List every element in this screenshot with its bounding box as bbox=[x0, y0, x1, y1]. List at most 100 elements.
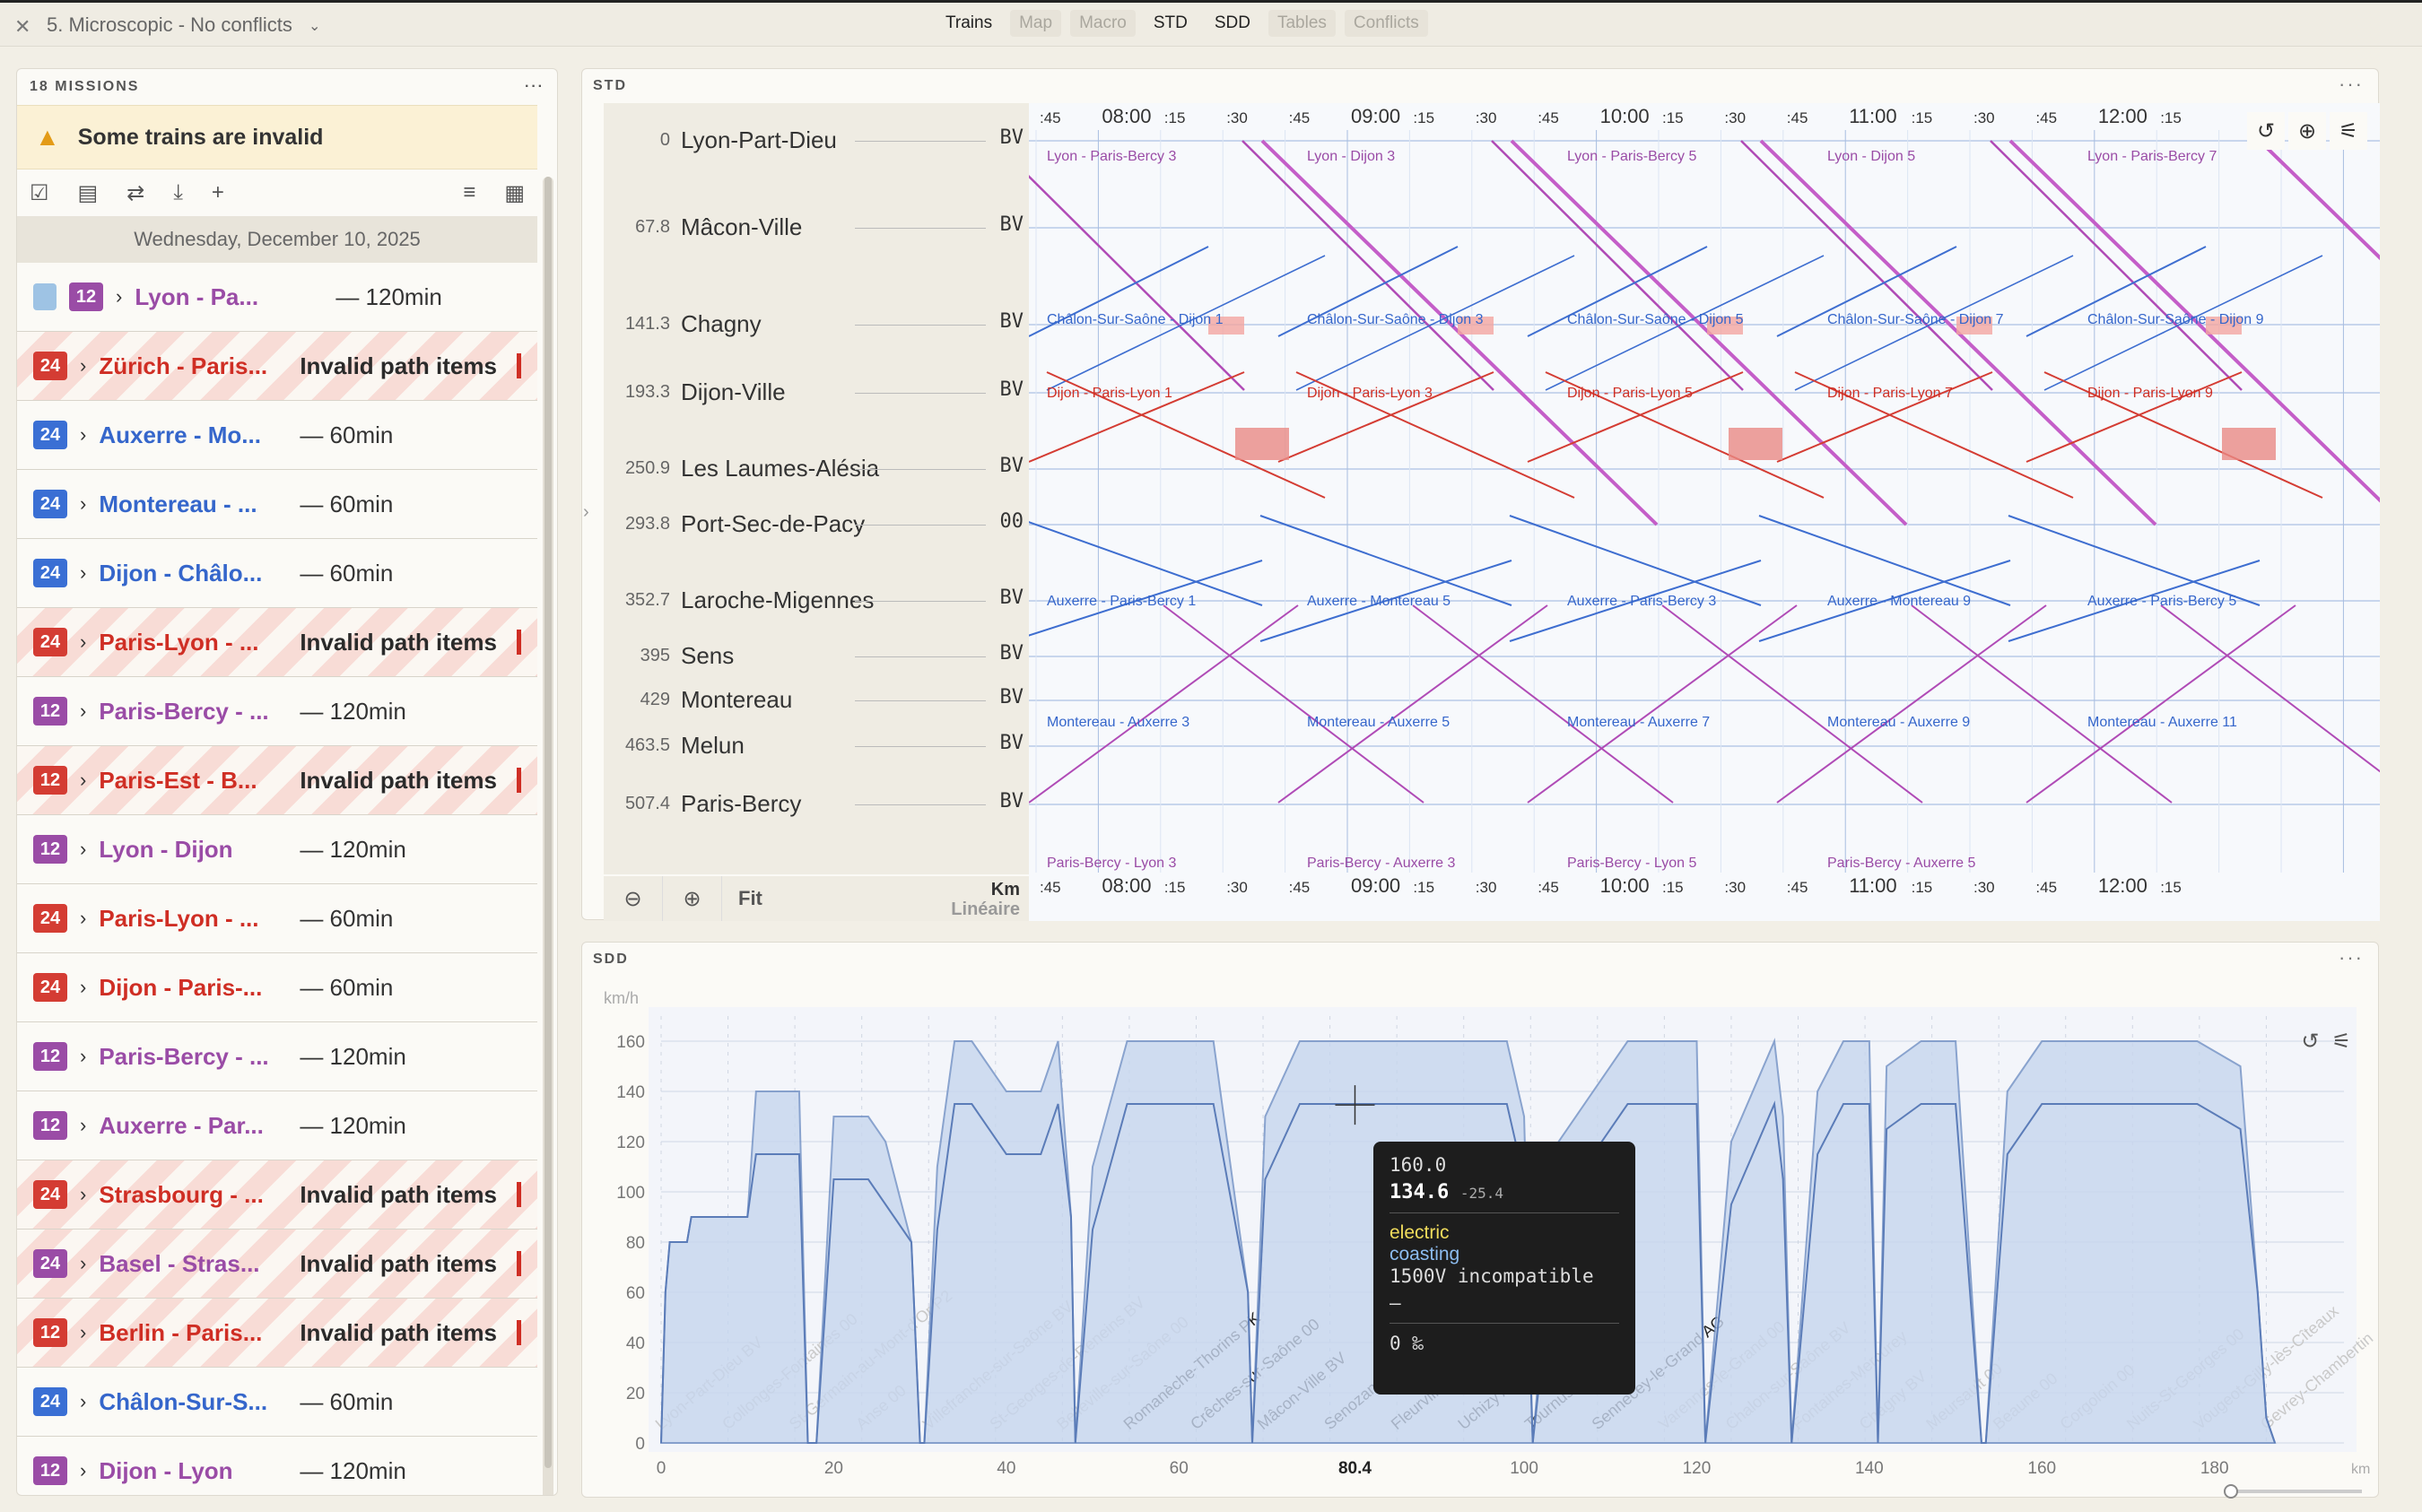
close-icon[interactable]: ✕ bbox=[14, 15, 30, 39]
zoom-in-icon[interactable]: ⊕ bbox=[663, 876, 722, 921]
station-row[interactable]: 352.7 Laroche-Migennes BV bbox=[604, 587, 1029, 613]
edit-icon[interactable]: ▤ bbox=[78, 180, 99, 206]
train-label[interactable]: Montereau - Auxerre 11 bbox=[2087, 715, 2237, 730]
train-label[interactable]: Paris-Bercy - Lyon 5 bbox=[1567, 856, 1696, 871]
train-label[interactable]: Auxerre - Paris-Bercy 3 bbox=[1567, 594, 1716, 609]
station-row[interactable]: 429 Montereau BV bbox=[604, 686, 1029, 713]
train-label[interactable]: Dijon - Paris-Lyon 5 bbox=[1567, 386, 1693, 401]
train-label[interactable]: Dijon - Paris-Lyon 7 bbox=[1827, 386, 1953, 401]
train-label[interactable]: Dijon - Paris-Lyon 9 bbox=[2087, 386, 2213, 401]
train-label[interactable]: Paris-Bercy - Lyon 3 bbox=[1047, 856, 1176, 871]
chevron-right-icon[interactable]: › bbox=[80, 561, 86, 585]
chevron-right-icon[interactable]: › bbox=[583, 502, 589, 523]
train-row[interactable]: 24 › Strasbourg - ... Invalid path items bbox=[17, 1160, 537, 1230]
train-row[interactable]: 12 › Paris-Est - B... Invalid path items bbox=[17, 746, 537, 815]
reset-icon[interactable]: ↺ bbox=[2247, 112, 2285, 150]
train-label[interactable]: Dijon - Paris-Lyon 3 bbox=[1307, 386, 1433, 401]
filter-icon[interactable]: ≡ bbox=[463, 180, 475, 205]
zoom-icon[interactable]: ⊕ bbox=[2288, 112, 2326, 150]
add-icon[interactable]: + bbox=[212, 180, 224, 205]
station-row[interactable]: 395 Sens BV bbox=[604, 642, 1029, 669]
download-icon[interactable]: ⤓ bbox=[173, 180, 183, 205]
train-label[interactable]: Lyon - Paris-Bercy 5 bbox=[1567, 149, 1696, 164]
zoom-slider-handle[interactable] bbox=[2224, 1484, 2238, 1499]
fit-button[interactable]: Fit bbox=[722, 887, 779, 910]
station-row[interactable]: 141.3 Chagny BV bbox=[604, 310, 1029, 337]
calendar-icon[interactable]: ▦ bbox=[504, 180, 525, 206]
reset-icon[interactable]: ↺ bbox=[2301, 1029, 2319, 1055]
station-row[interactable]: 0 Lyon-Part-Dieu BV bbox=[604, 126, 1029, 153]
select-all-icon[interactable]: ☑ bbox=[30, 180, 49, 206]
train-label[interactable]: Montereau - Auxerre 7 bbox=[1567, 715, 1710, 730]
chevron-right-icon[interactable]: › bbox=[80, 976, 86, 999]
train-row[interactable]: 12 › Paris-Bercy - ... — 120min bbox=[17, 1022, 537, 1091]
station-row[interactable]: 293.8 Port-Sec-de-Pacy 00 bbox=[604, 510, 1029, 537]
train-label[interactable]: Paris-Bercy - Auxerre 3 bbox=[1307, 856, 1455, 871]
station-row[interactable]: 507.4 Paris-Bercy BV bbox=[604, 790, 1029, 817]
chevron-right-icon[interactable]: › bbox=[80, 1252, 86, 1275]
train-row[interactable]: 12 › Dijon - Lyon — 120min bbox=[17, 1437, 537, 1495]
train-row[interactable]: 24 › Auxerre - Mo... — 60min bbox=[17, 401, 537, 470]
train-label[interactable]: Dijon - Paris-Lyon 1 bbox=[1047, 386, 1172, 401]
train-label[interactable]: Lyon - Dijon 3 bbox=[1307, 149, 1395, 164]
station-row[interactable]: 67.8 Mâcon-Ville BV bbox=[604, 213, 1029, 240]
chevron-right-icon[interactable]: › bbox=[80, 1183, 86, 1206]
train-label[interactable]: Paris-Bercy - Auxerre 5 bbox=[1827, 856, 1975, 871]
more-icon[interactable]: ··· bbox=[525, 79, 545, 95]
tab-std[interactable]: STD bbox=[1145, 10, 1197, 37]
train-label[interactable]: Montereau - Auxerre 3 bbox=[1047, 715, 1189, 730]
chevron-right-icon[interactable]: › bbox=[80, 492, 86, 516]
train-row[interactable]: 24 › Zürich - Paris... Invalid path items bbox=[17, 332, 537, 401]
train-label[interactable]: Auxerre - Montereau 5 bbox=[1307, 594, 1451, 609]
train-row[interactable]: 12 › Lyon - Dijon — 120min bbox=[17, 815, 537, 884]
train-row[interactable]: 24 › Paris-Lyon - ... — 60min bbox=[17, 884, 537, 953]
chevron-right-icon[interactable]: › bbox=[80, 1390, 86, 1413]
train-label[interactable]: Lyon - Paris-Bercy 7 bbox=[2087, 149, 2217, 164]
chevron-right-icon[interactable]: › bbox=[80, 838, 86, 861]
zoom-out-icon[interactable]: ⊖ bbox=[604, 876, 663, 921]
train-row[interactable]: 12 › Berlin - Paris... Invalid path items bbox=[17, 1299, 537, 1368]
tab-map[interactable]: Map bbox=[1010, 10, 1062, 37]
train-label[interactable]: Châlon-Sur-Saône - Dijon 5 bbox=[1567, 312, 1744, 327]
station-row[interactable]: 193.3 Dijon-Ville BV bbox=[604, 378, 1029, 405]
train-label[interactable]: Auxerre - Paris-Bercy 5 bbox=[2087, 594, 2236, 609]
station-row[interactable]: 250.9 Les Laumes-Alésia BV bbox=[604, 455, 1029, 482]
train-label[interactable]: Auxerre - Montereau 9 bbox=[1827, 594, 1971, 609]
tab-trains[interactable]: Trains bbox=[937, 10, 1001, 37]
scrollbar[interactable] bbox=[543, 177, 553, 1495]
train-label[interactable]: Châlon-Sur-Saône - Dijon 3 bbox=[1307, 312, 1484, 327]
chevron-right-icon[interactable]: › bbox=[80, 630, 86, 654]
chevron-right-icon[interactable]: › bbox=[80, 1114, 86, 1137]
train-label[interactable]: Lyon - Paris-Bercy 3 bbox=[1047, 149, 1176, 164]
train-label[interactable]: Châlon-Sur-Saône - Dijon 7 bbox=[1827, 312, 2004, 327]
chevron-right-icon[interactable]: › bbox=[80, 423, 86, 447]
chevron-right-icon[interactable]: › bbox=[80, 769, 86, 792]
station-row[interactable]: 463.5 Melun BV bbox=[604, 732, 1029, 759]
train-label[interactable]: Auxerre - Paris-Bercy 1 bbox=[1047, 594, 1196, 609]
chevron-right-icon[interactable]: › bbox=[80, 1321, 86, 1344]
settings-sliders-icon[interactable]: ⚟ bbox=[2330, 112, 2367, 150]
train-label[interactable]: Châlon-Sur-Saône - Dijon 1 bbox=[1047, 312, 1224, 327]
tab-sdd[interactable]: SDD bbox=[1206, 10, 1259, 37]
train-label[interactable]: Montereau - Auxerre 9 bbox=[1827, 715, 1970, 730]
chevron-right-icon[interactable]: › bbox=[80, 354, 86, 378]
train-row[interactable]: 24 › Dijon - Châlo... — 60min bbox=[17, 539, 537, 608]
train-row[interactable]: 24 › Dijon - Paris-... — 60min bbox=[17, 953, 537, 1022]
train-row[interactable]: 12 › Lyon - Pa... — 120min bbox=[17, 263, 537, 332]
tab-conflicts[interactable]: Conflicts bbox=[1344, 10, 1428, 37]
settings-sliders-icon[interactable]: ⚟ bbox=[2331, 1029, 2351, 1055]
tab-tables[interactable]: Tables bbox=[1268, 10, 1336, 37]
train-label[interactable]: Châlon-Sur-Saône - Dijon 9 bbox=[2087, 312, 2264, 327]
train-row[interactable]: 12 › Paris-Bercy - ... — 120min bbox=[17, 677, 537, 746]
tab-macro[interactable]: Macro bbox=[1070, 10, 1136, 37]
more-icon[interactable]: ··· bbox=[2339, 73, 2364, 96]
chevron-right-icon[interactable]: › bbox=[80, 907, 86, 930]
train-label[interactable]: Lyon - Dijon 5 bbox=[1827, 149, 1915, 164]
swap-icon[interactable]: ⇄ bbox=[126, 180, 144, 206]
train-label[interactable]: Montereau - Auxerre 5 bbox=[1307, 715, 1450, 730]
space-time-diagram[interactable]: :45:45 08:00 08:00:15:15:30:30:45:45 09:00 0… bbox=[1029, 103, 2380, 921]
train-row[interactable]: 24 › Châlon-Sur-S... — 60min bbox=[17, 1368, 537, 1437]
chevron-right-icon[interactable]: › bbox=[80, 700, 86, 723]
chevron-right-icon[interactable]: › bbox=[80, 1459, 86, 1482]
train-row[interactable]: 24 › Montereau - ... — 60min bbox=[17, 470, 537, 539]
